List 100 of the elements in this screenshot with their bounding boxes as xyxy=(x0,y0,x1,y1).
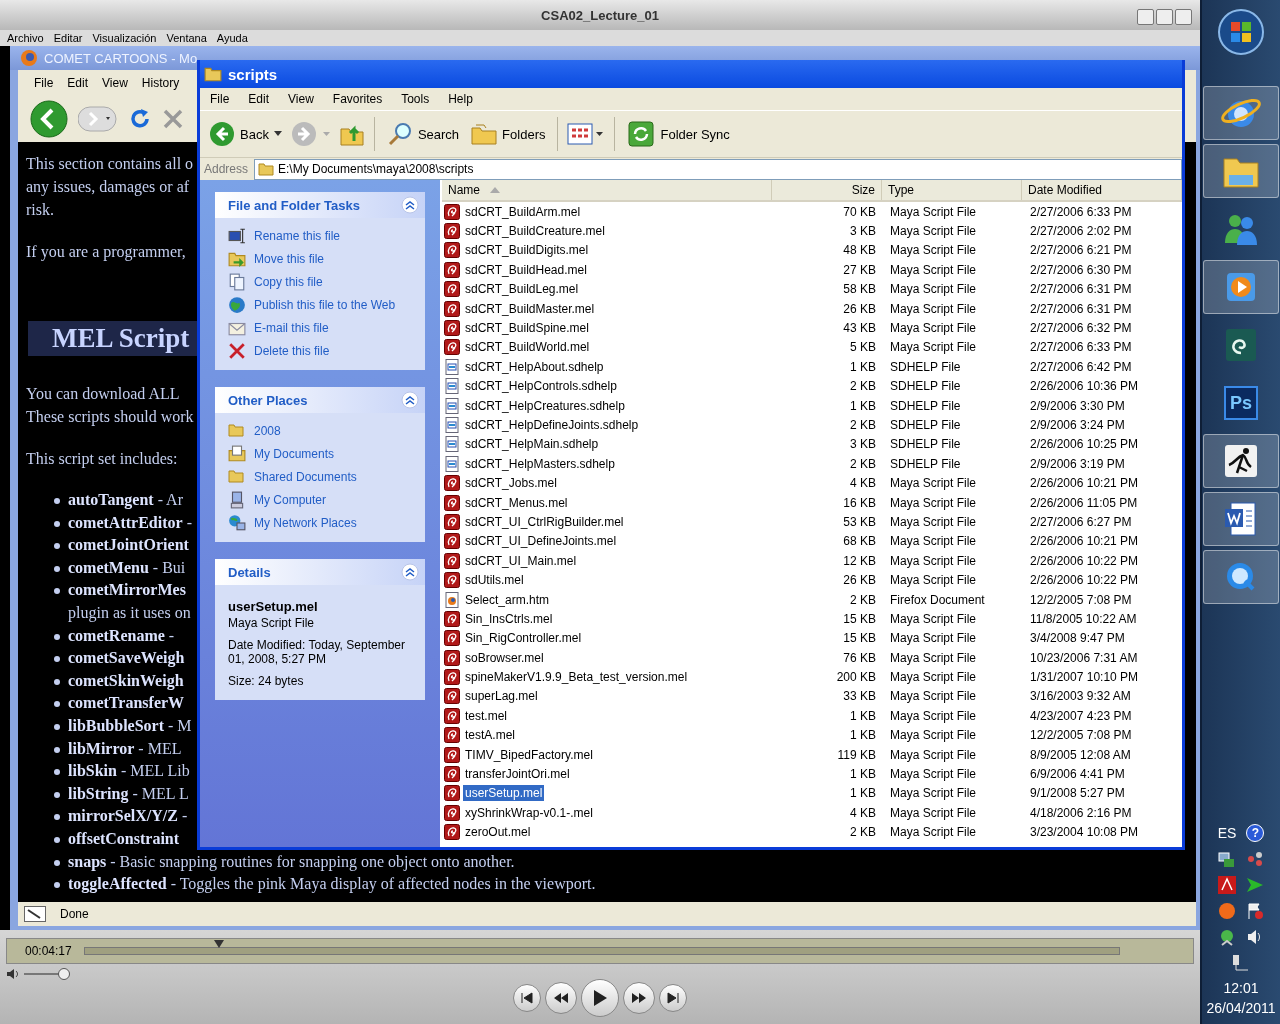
file-name[interactable]: sdCRT_Menus.mel xyxy=(463,494,570,511)
file-type: Maya Script File xyxy=(889,689,978,704)
file-type: Maya Script File xyxy=(889,282,978,297)
file-name[interactable]: sdCRT_HelpCreatures.sdhelp xyxy=(463,397,627,414)
file-name[interactable]: sdCRT_BuildHead.mel xyxy=(463,261,589,278)
menu-item[interactable]: Favorites xyxy=(332,92,383,106)
menu-item[interactable]: Tools xyxy=(401,92,430,106)
menu-item[interactable]: Visualización xyxy=(92,32,157,44)
task-link[interactable]: Rename this file xyxy=(254,229,341,243)
file-size: 15 KB xyxy=(842,631,877,646)
file-name[interactable]: sdCRT_Jobs.mel xyxy=(463,475,559,492)
file-size: 1 KB xyxy=(849,786,877,801)
file-name[interactable]: sdCRT_HelpAbout.sdhelp xyxy=(463,358,606,375)
file-name[interactable]: TIMV_BipedFactory.mel xyxy=(463,746,595,763)
file-name[interactable]: sdCRT_BuildMaster.mel xyxy=(463,300,597,317)
menu-item[interactable]: Edit xyxy=(67,76,89,90)
file-type: Maya Script File xyxy=(889,708,978,723)
file-name[interactable]: sdCRT_BuildLeg.mel xyxy=(463,281,581,298)
file-name[interactable]: sdCRT_BuildCreature.mel xyxy=(463,223,607,240)
file-name[interactable]: zeroOut.mel xyxy=(463,824,533,841)
clock-time[interactable]: 12:01 xyxy=(1223,980,1259,996)
file-name[interactable]: sdCRT_HelpMasters.sdhelp xyxy=(463,455,617,472)
file-size: 2 KB xyxy=(849,418,877,432)
file-name[interactable]: sdCRT_BuildSpine.mel xyxy=(463,320,591,337)
menu-item[interactable]: Ayuda xyxy=(216,32,248,44)
taskbar-button[interactable]: Ps xyxy=(1203,376,1279,430)
file-type: Maya Script File xyxy=(889,534,978,549)
date-modified: 9/1/2008 5:27 PM xyxy=(1029,786,1126,801)
file-name[interactable]: soBrowser.mel xyxy=(463,649,546,666)
file-type: SDHELP File xyxy=(889,437,962,452)
file-name[interactable]: sdCRT_UI_CtrlRigBuilder.mel xyxy=(463,513,626,530)
help-icon[interactable]: ? xyxy=(1246,824,1265,842)
address-field[interactable]: E:\My Documents\maya\2008\scripts xyxy=(254,158,1182,180)
list-item: libMirror - MEL xyxy=(68,738,182,759)
file-name[interactable]: sdUtils.mel xyxy=(463,572,526,589)
file-name[interactable]: Select_arm.htm xyxy=(463,591,552,608)
column-name[interactable]: Date Modified xyxy=(1028,183,1103,197)
task-link[interactable]: 2008 xyxy=(254,424,281,438)
task-link[interactable]: E-mail this file xyxy=(254,321,329,335)
file-name[interactable]: superLag.mel xyxy=(463,688,540,705)
column-name[interactable]: Name xyxy=(448,183,480,197)
file-name[interactable]: userSetup.mel xyxy=(463,785,545,802)
file-name[interactable]: sdCRT_UI_Main.mel xyxy=(463,552,579,569)
menu-item[interactable]: Editar xyxy=(53,32,83,44)
task-link[interactable]: My Documents xyxy=(254,447,335,461)
panel-title[interactable]: Details xyxy=(228,564,271,580)
file-name[interactable]: sdCRT_BuildDigits.mel xyxy=(463,242,591,259)
file-name[interactable]: test.mel xyxy=(463,707,509,724)
file-size: 26 KB xyxy=(842,573,877,588)
task-link[interactable]: Publish this file to the Web xyxy=(254,298,396,312)
file-type: Maya Script File xyxy=(889,611,978,626)
menu-item[interactable]: File xyxy=(34,76,54,90)
back-button[interactable]: Back xyxy=(206,119,285,149)
folders-button[interactable]: Folders xyxy=(468,120,549,148)
task-link[interactable]: Move this file xyxy=(254,252,325,266)
menu-item[interactable]: Edit xyxy=(248,92,270,106)
list-item: autoTangent - Ar xyxy=(68,490,183,511)
date-modified: 2/27/2006 6:33 PM xyxy=(1029,340,1133,355)
language-indicator[interactable]: ES xyxy=(1217,825,1237,841)
clock-date[interactable]: 26/04/2011 xyxy=(1206,1000,1276,1016)
date-modified: 2/27/2006 6:31 PM xyxy=(1029,282,1133,297)
file-type: Firefox Document xyxy=(889,592,986,607)
task-link[interactable]: Shared Documents xyxy=(254,470,357,484)
file-name[interactable]: sdCRT_BuildWorld.mel xyxy=(463,339,592,356)
file-name[interactable]: sdCRT_HelpControls.sdhelp xyxy=(463,378,619,395)
menu-item[interactable]: View xyxy=(102,76,128,90)
file-type: Maya Script File xyxy=(889,224,978,239)
file-size: 2 KB xyxy=(849,456,877,471)
file-name[interactable]: sdCRT_HelpMain.sdhelp xyxy=(463,436,601,453)
task-link[interactable]: My Computer xyxy=(254,493,327,507)
file-name[interactable]: spineMakerV1.9.9_Beta_test_version.mel xyxy=(463,669,690,686)
date-modified: 2/27/2006 6:33 PM xyxy=(1029,204,1133,219)
file-name[interactable]: xyShrinkWrap-v0.1-.mel xyxy=(463,804,595,821)
file-name[interactable]: testA.mel xyxy=(463,727,517,744)
file-name[interactable]: sdCRT_UI_DefineJoints.mel xyxy=(463,533,619,550)
file-size: 27 KB xyxy=(842,262,877,277)
file-name[interactable]: sdCRT_HelpDefineJoints.sdhelp xyxy=(463,417,641,433)
file-type: Maya Script File xyxy=(889,321,978,336)
menu-item[interactable]: Help xyxy=(448,92,473,106)
menu-item[interactable]: Ventana xyxy=(166,32,207,44)
file-name[interactable]: sdCRT_BuildArm.mel xyxy=(463,203,583,220)
body-text: These scripts should work xyxy=(26,407,194,428)
column-name[interactable]: Type xyxy=(888,183,914,197)
menu-item[interactable]: History xyxy=(141,76,180,90)
menu-item[interactable]: File xyxy=(210,92,230,106)
photoshop-icon[interactable]: Ps xyxy=(1224,386,1258,420)
folder-sync-button[interactable]: Folder Sync xyxy=(624,118,733,150)
file-name[interactable]: Sin_InsCtrls.mel xyxy=(463,610,555,627)
menu-item[interactable]: Archivo xyxy=(7,32,44,44)
search-button[interactable]: Search xyxy=(383,119,463,149)
column-name[interactable]: Size xyxy=(851,183,875,197)
file-size: 53 KB xyxy=(842,514,877,529)
file-name[interactable]: transferJointOri.mel xyxy=(463,766,572,782)
file-type: Maya Script File xyxy=(889,805,978,820)
file-name[interactable]: Sin_RigController.mel xyxy=(463,630,584,647)
task-link[interactable]: My Network Places xyxy=(254,516,357,530)
file-name: userSetup.mel xyxy=(228,599,319,614)
menu-item[interactable]: View xyxy=(288,92,314,106)
task-link[interactable]: Copy this file xyxy=(254,275,323,289)
task-link[interactable]: Delete this file xyxy=(254,344,330,358)
